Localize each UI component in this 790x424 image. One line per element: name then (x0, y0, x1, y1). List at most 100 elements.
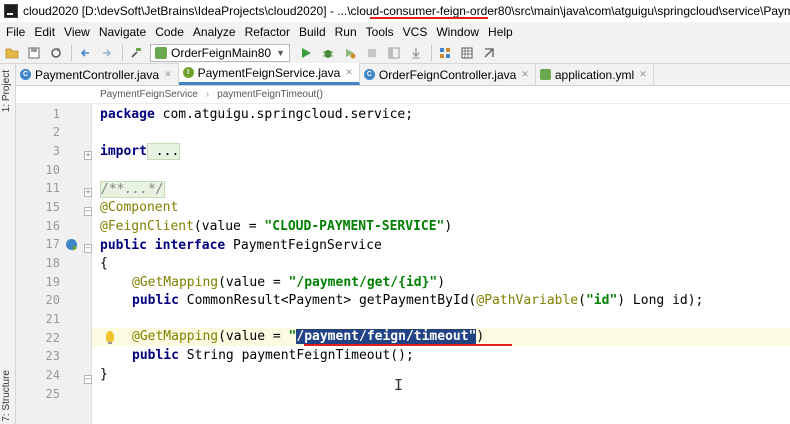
editor-gutter: 1 2 3 10 11 15 16 17 18 19 20 21 22 23 2… (16, 104, 92, 424)
menu-refactor[interactable]: Refactor (245, 25, 290, 39)
sync-icon[interactable] (48, 45, 64, 61)
toolbar: OrderFeignMain80 ▼ (0, 42, 790, 64)
tab-label: PaymentFeignService.java (197, 65, 341, 80)
menu-analyze[interactable]: Analyze (193, 25, 236, 39)
tab-application-yml[interactable]: application.yml ✕ (536, 64, 654, 85)
menu-view[interactable]: View (64, 25, 90, 39)
yaml-icon (539, 69, 551, 80)
forward-icon[interactable] (99, 45, 115, 61)
chevron-right-icon: › (205, 89, 210, 100)
close-icon[interactable]: ✕ (164, 69, 172, 80)
menu-help[interactable]: Help (488, 25, 513, 39)
code-line-24: } (100, 367, 108, 382)
line-number: 21 (45, 312, 60, 326)
project-structure-icon[interactable] (437, 45, 453, 61)
breadcrumb: PaymentFeignService › paymentFeignTimeou… (16, 86, 790, 104)
build-icon[interactable] (128, 45, 144, 61)
breadcrumb-interface[interactable]: PaymentFeignService (100, 89, 198, 100)
code-line-3: import ... (100, 143, 181, 160)
text-cursor-icon: I (394, 376, 404, 394)
tab-payment-feign-service[interactable]: I PaymentFeignService.java ✕ (178, 63, 360, 85)
red-underline-path (304, 344, 512, 346)
code-line-11: /**...*/ (100, 181, 165, 198)
line-number: 24 (45, 368, 60, 382)
red-underline-module (370, 17, 488, 19)
fold-collapse-icon[interactable]: − (84, 244, 92, 253)
line-number: 17 (45, 237, 60, 251)
window-title: cloud2020 [D:\devSoft\JetBrains\IdeaProj… (23, 4, 790, 18)
close-icon[interactable]: ✕ (639, 69, 647, 80)
stop-icon[interactable] (364, 45, 380, 61)
git-icon[interactable] (481, 45, 497, 61)
open-folder-icon[interactable] (4, 45, 20, 61)
menu-tools[interactable]: Tools (366, 25, 394, 39)
breadcrumb-method[interactable]: paymentFeignTimeout() (217, 89, 323, 100)
line-number: 20 (45, 293, 60, 307)
selected-text: /payment/feign/timeout" (296, 329, 477, 344)
implemented-interface-icon[interactable] (66, 239, 77, 251)
line-number: 15 (45, 200, 60, 214)
code-line-15: @Component (100, 200, 179, 215)
tab-label: application.yml (554, 67, 635, 82)
code-line-1: package com.atguigu.springcloud.service; (100, 107, 414, 122)
fold-collapse-icon[interactable]: − (84, 375, 92, 384)
fold-collapse-icon[interactable]: − (84, 207, 92, 216)
run-icon[interactable] (298, 45, 314, 61)
code-line-18: { (100, 256, 108, 271)
left-tool-strip: 1: Project 7: Structure (0, 64, 16, 424)
line-number: 18 (45, 256, 60, 270)
database-icon[interactable] (459, 45, 475, 61)
code-line-17: public interface PaymentFeignService (100, 238, 382, 253)
toolbar-separator (430, 44, 432, 61)
project-tool-tab[interactable]: 1: Project (1, 70, 12, 112)
debug-icon[interactable] (320, 45, 336, 61)
class-icon: C (363, 69, 375, 80)
menu-run[interactable]: Run (335, 25, 357, 39)
line-number: 23 (45, 349, 60, 363)
intention-bulb-icon[interactable] (106, 331, 114, 344)
editor-tabs: C PaymentController.java ✕ I PaymentFeig… (16, 63, 790, 86)
close-icon[interactable]: ✕ (345, 67, 353, 78)
menu-code[interactable]: Code (155, 25, 184, 39)
code-line-20: public CommonResult<Payment> getPaymentB… (132, 293, 704, 308)
menu-file[interactable]: File (6, 25, 25, 39)
menu-bar: File Edit View Navigate Code Analyze Ref… (0, 22, 790, 42)
back-icon[interactable] (77, 45, 93, 61)
structure-tool-tab[interactable]: 7: Structure (1, 370, 12, 422)
tab-payment-controller[interactable]: C PaymentController.java ✕ (16, 64, 179, 85)
line-number: 1 (52, 107, 60, 121)
toolbar-separator (71, 44, 72, 61)
run-config-dropdown[interactable]: OrderFeignMain80 ▼ (150, 43, 290, 62)
menu-build[interactable]: Build (299, 25, 326, 39)
line-number: 19 (45, 275, 60, 289)
line-number: 3 (52, 144, 60, 158)
code-line-19: @GetMapping(value = "/payment/get/{id}") (132, 275, 446, 290)
fold-expand-icon[interactable]: + (84, 151, 92, 160)
menu-edit[interactable]: Edit (34, 25, 55, 39)
line-number: 16 (45, 219, 60, 233)
layout-icon[interactable] (386, 45, 402, 61)
line-number: 2 (52, 125, 60, 139)
update-icon[interactable] (408, 45, 424, 61)
line-number: 25 (45, 387, 60, 401)
menu-navigate[interactable]: Navigate (99, 25, 146, 39)
tab-order-feign-controller[interactable]: C OrderFeignController.java ✕ (360, 64, 536, 85)
chevron-down-icon: ▼ (276, 47, 285, 58)
save-icon[interactable] (26, 45, 42, 61)
spring-boot-icon (155, 46, 167, 59)
toolbar-separator (122, 44, 123, 61)
class-icon: C (20, 69, 31, 80)
coverage-icon[interactable] (342, 45, 358, 61)
menu-vcs[interactable]: VCS (403, 25, 428, 39)
fold-expand-icon[interactable]: + (84, 188, 92, 197)
menu-window[interactable]: Window (436, 25, 479, 39)
line-number: 10 (45, 163, 60, 177)
code-editor[interactable]: package com.atguigu.springcloud.service;… (92, 104, 790, 424)
code-line-16: @FeignClient(value = "CLOUD-PAYMENT-SERV… (100, 219, 453, 234)
interface-icon: I (182, 67, 194, 78)
run-config-label: OrderFeignMain80 (171, 45, 272, 60)
intellij-icon (4, 4, 18, 18)
close-icon[interactable]: ✕ (521, 69, 529, 80)
line-number: 11 (45, 181, 60, 195)
tab-label: OrderFeignController.java (378, 67, 517, 82)
